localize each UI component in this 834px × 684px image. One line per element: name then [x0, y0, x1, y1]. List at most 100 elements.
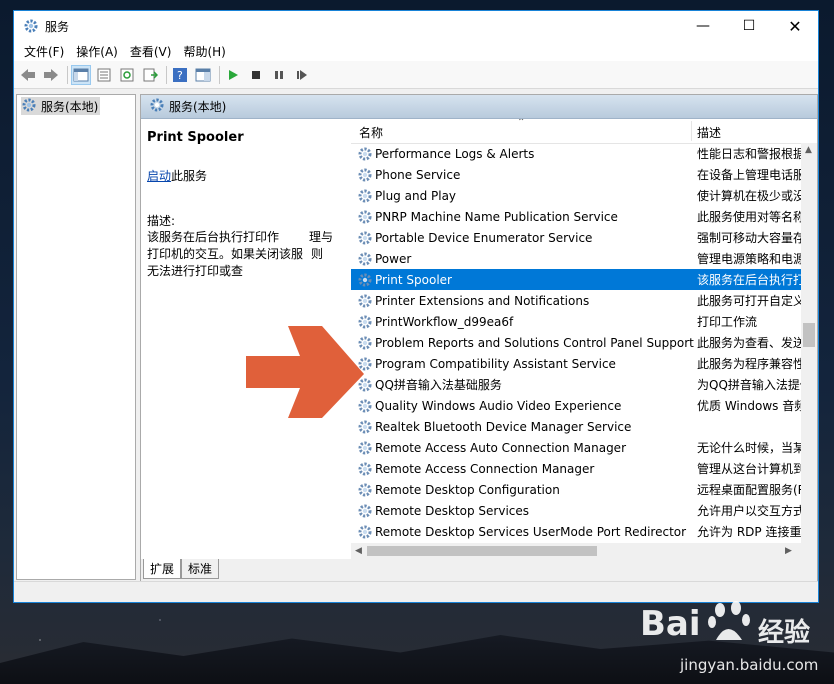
- service-description: 允许为 RDP 连接重定: [697, 525, 801, 539]
- console-tree-icon[interactable]: [71, 64, 91, 85]
- service-description: 允许用户以交互方式: [697, 504, 801, 518]
- vertical-scroll-thumb[interactable]: [803, 323, 815, 347]
- start-service-icon[interactable]: [223, 65, 243, 85]
- service-description: 管理电源策略和电源: [697, 252, 801, 266]
- service-row[interactable]: Remote Access Connection Manager 管理从这台计算机…: [351, 458, 801, 479]
- service-gear-icon: [357, 251, 373, 267]
- detail-description-label: 描述:: [147, 214, 176, 228]
- properties-icon[interactable]: [94, 65, 114, 85]
- service-description: 使计算机在极少或没: [697, 189, 801, 203]
- tab-standard[interactable]: 标准: [181, 559, 220, 579]
- menu-help[interactable]: 帮助(H): [177, 43, 231, 60]
- service-row[interactable]: Printer Extensions and Notifications 此服务可…: [351, 290, 801, 311]
- service-row[interactable]: PrintWorkflow_d99ea6f 打印工作流: [351, 311, 801, 332]
- view-tabs: 扩展 标准: [141, 559, 817, 581]
- service-name: Printer Extensions and Notifications: [375, 293, 590, 308]
- restart-service-icon[interactable]: [292, 65, 312, 85]
- service-name: Remote Desktop Services: [375, 503, 530, 518]
- desc-line: 无法进行打印或查: [147, 264, 244, 278]
- toolbar-separator: [67, 65, 68, 84]
- forward-arrow-icon[interactable]: [41, 65, 61, 85]
- service-row[interactable]: Remote Access Auto Connection Manager 无论什…: [351, 437, 801, 458]
- service-row[interactable]: Remote Desktop Services UserMode Port Re…: [351, 521, 801, 542]
- service-description: 强制可移动大容量存: [697, 231, 801, 245]
- column-header-description[interactable]: 描述: [697, 124, 721, 141]
- service-description: 无论什么时候，当某: [697, 441, 801, 455]
- service-row[interactable]: Quality Windows Audio Video Experience 优质…: [351, 395, 801, 416]
- service-description: 此服务可打开自定义: [697, 294, 801, 308]
- service-row[interactable]: QQ拼音输入法基础服务 为QQ拼音输入法提供: [351, 374, 801, 395]
- service-name: Program Compatibility Assistant Service: [375, 356, 616, 371]
- watermark-url: jingyan.baidu.com: [680, 656, 819, 674]
- service-row[interactable]: Phone Service 在设备上管理电话服: [351, 164, 801, 185]
- service-description: 在设备上管理电话服: [697, 168, 801, 182]
- service-row[interactable]: Portable Device Enumerator Service 强制可移动大…: [351, 227, 801, 248]
- detail-start-line: 启动此服务: [147, 167, 207, 184]
- service-gear-icon: [357, 461, 373, 477]
- stop-service-icon[interactable]: [246, 65, 266, 85]
- show-hide-pane-icon[interactable]: [193, 65, 213, 85]
- detail-description: 该服务在后台执行打印作 理与 打印机的交互。如果关闭该服则 无法进行打印或查: [147, 229, 343, 280]
- service-row[interactable]: Realtek Bluetooth Device Manager Service: [351, 416, 801, 437]
- service-row[interactable]: Power 管理电源策略和电源: [351, 248, 801, 269]
- services-gear-icon: [23, 18, 39, 34]
- horizontal-scroll-thumb[interactable]: [367, 546, 597, 556]
- sort-ascending-icon: ⌃: [517, 119, 526, 128]
- help-icon[interactable]: ?: [170, 65, 190, 85]
- service-gear-icon: [357, 524, 373, 540]
- horizontal-scrollbar[interactable]: ◀ ▶: [351, 543, 817, 559]
- service-gear-icon: [357, 440, 373, 456]
- service-name: PNRP Machine Name Publication Service: [375, 209, 618, 224]
- column-divider[interactable]: [691, 121, 692, 141]
- service-description: 此服务为程序兼容性: [697, 357, 801, 371]
- maximize-button[interactable]: ☐: [726, 11, 772, 41]
- menu-file[interactable]: 文件(F): [18, 43, 70, 60]
- scroll-left-icon[interactable]: ◀: [355, 546, 362, 556]
- vertical-scrollbar[interactable]: ▲: [801, 143, 817, 543]
- service-row[interactable]: Problem Reports and Solutions Control Pa…: [351, 332, 801, 353]
- column-header-name[interactable]: 名称: [359, 124, 383, 141]
- tree-item-services-local[interactable]: 服务(本地): [21, 97, 101, 115]
- menu-view[interactable]: 查看(V): [124, 43, 178, 60]
- service-name: Portable Device Enumerator Service: [375, 230, 593, 245]
- watermark-brand: Bai: [640, 604, 701, 644]
- tab-extended[interactable]: 扩展: [143, 559, 182, 579]
- service-name: Performance Logs & Alerts: [375, 146, 535, 161]
- service-row[interactable]: Print Spooler 该服务在后台执行打: [351, 269, 801, 290]
- pause-service-icon[interactable]: [269, 65, 289, 85]
- service-description: 该服务在后台执行打: [697, 273, 801, 287]
- start-service-link[interactable]: 启动: [147, 169, 171, 183]
- service-name: Remote Access Auto Connection Manager: [375, 440, 626, 455]
- service-name: Remote Desktop Configuration: [375, 482, 560, 497]
- service-description: 远程桌面配置服务(R: [697, 483, 801, 497]
- close-button[interactable]: ✕: [772, 11, 818, 41]
- service-row[interactable]: Remote Desktop Services 允许用户以交互方式: [351, 500, 801, 521]
- tree-item-label: 服务(本地): [41, 99, 99, 114]
- service-row[interactable]: Program Compatibility Assistant Service 此…: [351, 353, 801, 374]
- service-row[interactable]: Remote Desktop Configuration 远程桌面配置服务(R: [351, 479, 801, 500]
- minimize-button[interactable]: —: [680, 11, 726, 41]
- service-row[interactable]: Performance Logs & Alerts 性能日志和警报根据: [351, 143, 801, 164]
- refresh-icon[interactable]: [117, 65, 137, 85]
- back-arrow-icon[interactable]: [18, 65, 38, 85]
- service-row[interactable]: PNRP Machine Name Publication Service 此服务…: [351, 206, 801, 227]
- service-gear-icon: [357, 146, 373, 162]
- service-gear-icon: [357, 167, 373, 183]
- service-name: Remote Access Connection Manager: [375, 461, 595, 476]
- detail-service-name: Print Spooler: [147, 130, 244, 145]
- menu-bar: 文件(F) 操作(A) 查看(V) 帮助(H): [14, 41, 818, 61]
- service-gear-icon: [357, 272, 373, 288]
- scroll-up-icon[interactable]: ▲: [805, 145, 812, 155]
- menu-action[interactable]: 操作(A): [70, 43, 124, 60]
- services-gear-icon: [149, 97, 165, 116]
- service-description: 为QQ拼音输入法提供: [697, 378, 801, 392]
- window-title: 服务: [45, 19, 70, 34]
- pane-header: 服务(本地): [141, 95, 817, 119]
- scroll-right-icon[interactable]: ▶: [785, 546, 792, 556]
- title-bar[interactable]: 服务 — ☐ ✕: [14, 11, 818, 41]
- watermark-brand-suffix: 经验: [758, 618, 811, 648]
- export-list-icon[interactable]: [140, 65, 160, 85]
- service-row[interactable]: Plug and Play 使计算机在极少或没: [351, 185, 801, 206]
- service-gear-icon: [357, 482, 373, 498]
- pane-header-label: 服务(本地): [169, 100, 227, 114]
